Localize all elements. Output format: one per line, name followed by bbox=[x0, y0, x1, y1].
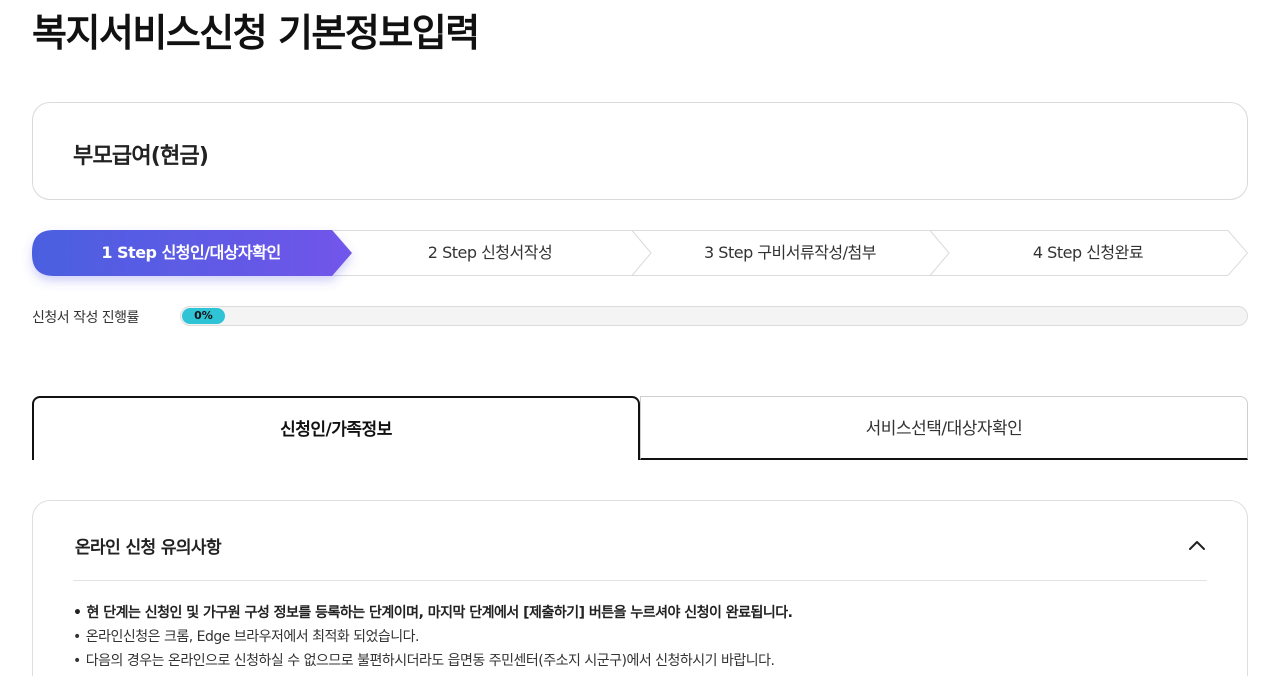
tab-applicant-family-info[interactable]: 신청인/가족정보 bbox=[32, 396, 640, 460]
step-3-label: 3 Step 구비서류작성/첨부 bbox=[704, 243, 876, 262]
progress-bar: 0% bbox=[180, 306, 1248, 326]
divider bbox=[73, 580, 1207, 581]
progress-label: 신청서 작성 진행률 bbox=[32, 310, 139, 326]
notice-item: 다음의 경우는 온라인으로 신청하실 수 없으므로 불편하시더라도 읍면동 주민… bbox=[73, 649, 793, 673]
step-indicator: 1 Step 신청인/대상자확인 2 Step 신청서작성 3 Step 구비서… bbox=[32, 230, 1249, 276]
collapse-button[interactable] bbox=[1185, 533, 1209, 557]
progress-value: 0% bbox=[182, 308, 225, 324]
service-name: 부모급여(현금) bbox=[73, 144, 209, 169]
step-4-label: 4 Step 신청완료 bbox=[1032, 243, 1144, 262]
step-2-label: 2 Step 신청서작성 bbox=[427, 243, 553, 262]
notice-panel: 온라인 신청 유의사항 현 단계는 신청인 및 가구원 구성 정보를 등록하는 … bbox=[32, 500, 1248, 676]
service-card: 부모급여(현금) bbox=[32, 102, 1248, 200]
page-title: 복지서비스신청 기본정보입력 bbox=[32, 11, 480, 55]
notice-item: 현 단계는 신청인 및 가구원 구성 정보를 등록하는 단계이며, 마지막 단계… bbox=[73, 601, 793, 625]
notice-list: 현 단계는 신청인 및 가구원 구성 정보를 등록하는 단계이며, 마지막 단계… bbox=[73, 601, 793, 673]
chevron-up-icon bbox=[1189, 541, 1205, 550]
tab-service-selection[interactable]: 서비스선택/대상자확인 bbox=[640, 396, 1248, 460]
step-1-label: 1 Step 신청인/대상자확인 bbox=[101, 243, 281, 262]
notice-item: 온라인신청은 크롬, Edge 브라우저에서 최적화 되었습니다. bbox=[73, 625, 793, 649]
notice-title: 온라인 신청 유의사항 bbox=[75, 538, 222, 558]
